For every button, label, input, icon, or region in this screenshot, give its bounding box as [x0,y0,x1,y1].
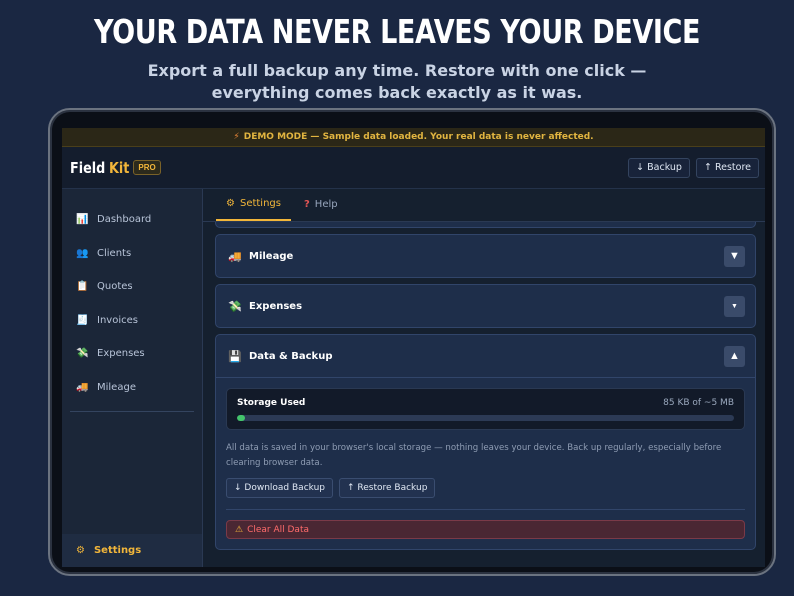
hero-headline: YOUR DATA NEVER LEAVES YOUR DEVICE [93,12,701,51]
sidebar-item-expenses[interactable]: 💸 Expenses [62,337,202,371]
data-backup-section-header[interactable]: 💾 Data & Backup ▲ [216,335,755,377]
clear-all-data-label: Clear All Data [247,524,309,535]
pro-badge: PRO [133,160,161,175]
expand-toggle[interactable]: ▼ [724,295,745,317]
storage-row: Storage Used 85 KB of ~5 MB [237,398,734,408]
section-title: 💾 Data & Backup [228,350,333,363]
section-title: 💸 Expenses [228,300,302,313]
data-backup-body: Storage Used 85 KB of ~5 MB All data is … [216,377,755,549]
sidebar-item-label: Expenses [97,348,145,360]
mileage-section-header[interactable]: 🚚 Mileage ▼ [216,235,755,277]
money-icon: 💸 [228,299,242,313]
tab-label: Settings [239,198,281,209]
section-divider [226,509,745,510]
floppy-disk-icon: 💾 [228,349,242,363]
lightning-icon: ⚡ [233,132,240,142]
warning-icon: ⚠ [235,524,244,535]
restore-button[interactable]: ↑ Restore [695,157,759,178]
storage-bar-fill [237,415,246,421]
sidebar: 📊 Dashboard 👥 Clients 📋 Quotes 🧾 Invoice… [62,189,203,567]
data-backup-section: 💾 Data & Backup ▲ Storage Used 85 KB of … [215,334,756,550]
clipboard-icon: 📋 [76,281,89,293]
backup-button[interactable]: ↓ Backup [628,157,690,178]
tab-label: Help [314,199,338,210]
money-icon: 💸 [76,348,89,360]
section-title-text: Expenses [249,300,303,312]
storage-value: 85 KB of ~5 MB [663,398,734,408]
sidebar-item-label: Invoices [97,314,138,326]
section-title-text: Data & Backup [249,350,333,362]
sidebar-item-label: Quotes [97,281,133,293]
tab-help[interactable]: ? Help [294,188,348,221]
settings-content: 🚚 Mileage ▼ 💸 Expenses ▼ 💾 Data & Backup… [215,222,756,567]
expenses-section-header[interactable]: 💸 Expenses ▼ [216,285,755,327]
storage-meter: Storage Used 85 KB of ~5 MB [226,388,745,430]
storage-bar [237,415,734,421]
collapse-toggle[interactable]: ▲ [724,345,745,367]
sidebar-item-mileage[interactable]: 🚚 Mileage [62,371,202,405]
brand-name-field: Field [70,158,106,177]
sidebar-item-dashboard[interactable]: 📊 Dashboard [62,203,202,237]
header-actions: ↓ Backup ↑ Restore [628,157,759,178]
clear-all-data-button[interactable]: ⚠ Clear All Data [226,520,745,539]
brand-name-kit: Kit [109,158,130,177]
gear-icon: ⚙ [76,545,85,556]
question-icon: ? [303,199,310,210]
hero-subline-2: everything comes back exactly as it was. [211,83,583,102]
hero-subline: Export a full backup any time. Restore w… [0,60,794,104]
tab-settings[interactable]: ⚙ Settings [216,188,291,221]
expenses-section: 💸 Expenses ▼ [215,284,756,328]
section-title: 🚚 Mileage [228,250,293,263]
sidebar-item-label: Dashboard [97,214,152,226]
sidebar-item-invoices[interactable]: 🧾 Invoices [62,304,202,338]
demo-banner-text: DEMO MODE — Sample data loaded. Your rea… [243,132,594,142]
app-header: Field Kit PRO ↓ Backup ↑ Restore [62,147,765,189]
hero-subline-1: Export a full backup any time. Restore w… [147,61,647,80]
demo-banner: ⚡ DEMO MODE — Sample data loaded. Your r… [62,128,765,147]
tab-bar: ⚙ Settings ? Help [203,189,765,222]
mileage-section: 🚚 Mileage ▼ [215,234,756,278]
sidebar-item-settings[interactable]: ⚙ Settings [62,534,202,567]
expand-toggle[interactable]: ▼ [724,245,745,267]
sidebar-item-label: Settings [93,545,142,556]
chart-icon: 📊 [76,214,89,226]
receipt-icon: 🧾 [76,314,89,326]
sidebar-item-label: Clients [97,247,132,259]
sidebar-item-clients[interactable]: 👥 Clients [62,237,202,271]
storage-label: Storage Used [237,398,306,408]
gear-icon: ⚙ [226,198,235,209]
app-body: 📊 Dashboard 👥 Clients 📋 Quotes 🧾 Invoice… [62,189,765,567]
people-icon: 👥 [76,247,89,259]
sidebar-item-quotes[interactable]: 📋 Quotes [62,270,202,304]
backup-actions: ↓ Download Backup ↑ Restore Backup [226,478,745,498]
main-panel: ⚙ Settings ? Help 🚚 Mileage ▼ 💸 Expenses… [203,189,765,567]
backup-description: All data is saved in your browser's loca… [226,443,722,468]
download-backup-button[interactable]: ↓ Download Backup [226,478,333,498]
sidebar-divider [70,411,194,412]
previous-section-edge [215,222,756,228]
sidebar-item-label: Mileage [97,381,136,393]
truck-icon: 🚚 [228,249,242,263]
restore-backup-button[interactable]: ↑ Restore Backup [339,478,436,498]
truck-icon: 🚚 [76,381,89,393]
section-title-text: Mileage [249,250,294,262]
brand-logo[interactable]: Field Kit PRO [70,159,161,177]
tablet-frame: ⚡ DEMO MODE — Sample data loaded. Your r… [48,108,776,576]
app-screen: ⚡ DEMO MODE — Sample data loaded. Your r… [62,128,765,567]
